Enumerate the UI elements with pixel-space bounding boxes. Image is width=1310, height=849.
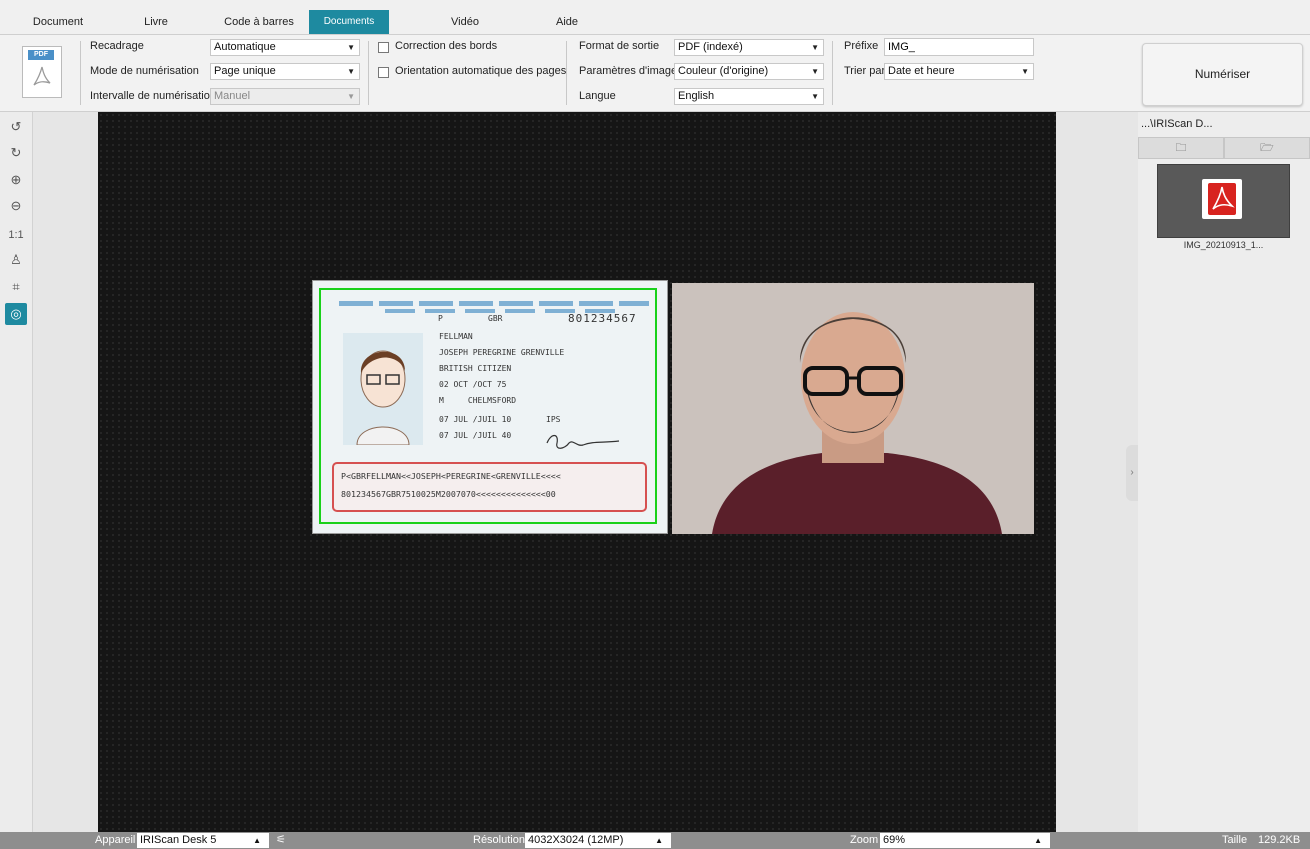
image-params-select[interactable]: Couleur (d'origine) ▼ xyxy=(674,63,824,80)
pdf-format-icon: PDF xyxy=(22,46,62,98)
image-params-value: Couleur (d'origine) xyxy=(678,65,769,77)
language-label: Langue xyxy=(579,90,616,102)
output-format-select[interactable]: PDF (indexé) ▼ xyxy=(674,39,824,56)
device-label: Appareil xyxy=(95,834,136,846)
size-label: Taille xyxy=(1222,834,1248,846)
stamp-icon[interactable]: ♙ xyxy=(5,249,27,271)
settings-ribbon: PDF Recadrage Automatique ▼ Mode de numér… xyxy=(0,35,1310,112)
chevron-down-icon: ▼ xyxy=(811,67,819,76)
panel-collapse-handle[interactable]: › xyxy=(1126,445,1138,501)
image-params-label: Paramètres d'image xyxy=(579,65,678,77)
crop-label: Recadrage xyxy=(90,40,144,52)
resolution-select[interactable]: 4032X3024 (12MP) ▲ xyxy=(525,833,671,848)
zoom-out-icon[interactable]: ⊖ xyxy=(5,195,27,217)
change-folder-button[interactable]: 🗁 xyxy=(1224,137,1310,159)
chevron-up-icon: ▲ xyxy=(655,836,663,845)
zoom-select[interactable]: 69% ▲ xyxy=(880,833,1050,848)
ribbon-divider xyxy=(566,41,567,105)
prefix-label: Préfixe xyxy=(844,40,879,52)
open-folder-button[interactable]: 🗀 xyxy=(1138,137,1224,159)
left-toolbar: ↺ ↻ ⊕ ⊖ 1:1 ♙ ⌗ ◎ xyxy=(0,112,33,832)
pdf-file-icon xyxy=(1202,179,1242,219)
scan-mode-value: Page unique xyxy=(214,65,276,77)
language-select[interactable]: English ▼ xyxy=(674,88,824,105)
chevron-down-icon: ▼ xyxy=(811,43,819,52)
output-folder-path: ...\IRIScan D... xyxy=(1141,118,1213,130)
ribbon-divider xyxy=(368,41,369,105)
size-value: 129.2KB xyxy=(1258,834,1301,846)
chevron-up-icon: ▲ xyxy=(1034,836,1042,845)
tab-barcode[interactable]: Code à barres xyxy=(214,10,304,34)
actual-size-icon[interactable]: 1:1 xyxy=(5,224,27,246)
auto-orientation-label: Orientation automatique des pages xyxy=(395,65,567,77)
scan-mode-label: Mode de numérisation xyxy=(90,65,199,77)
device-settings-icon[interactable]: ⚟ xyxy=(276,833,286,846)
acrobat-icon xyxy=(33,66,51,86)
status-bar: Appareil IRIScan Desk 5 ▲ ⚟ Résolution 4… xyxy=(0,832,1310,849)
chevron-down-icon: ▼ xyxy=(1021,67,1029,76)
zoom-value: 69% xyxy=(883,834,906,846)
folder-open-icon: 🗁 xyxy=(1260,142,1274,154)
mrz-line-1: P<GBRFELLMAN<<JOSEPH<PEREGRINE<GRENVILLE… xyxy=(341,471,561,481)
edge-correction-label: Correction des bords xyxy=(395,40,498,52)
chevron-down-icon: ▼ xyxy=(347,92,355,101)
chevron-down-icon: ▼ xyxy=(347,43,355,52)
tab-video[interactable]: Vidéo xyxy=(430,10,500,34)
webcam-icon[interactable]: ◎ xyxy=(5,303,27,325)
pdf-badge: PDF xyxy=(28,50,54,60)
sort-value: Date et heure xyxy=(888,65,955,77)
sort-select[interactable]: Date et heure ▼ xyxy=(884,63,1034,80)
mrz-zone: P<GBRFELLMAN<<JOSEPH<PEREGRINE<GRENVILLE… xyxy=(332,462,647,512)
auto-orientation-checkbox[interactable] xyxy=(378,67,389,78)
chevron-down-icon: ▼ xyxy=(347,67,355,76)
crop-select[interactable]: Automatique ▼ xyxy=(210,39,360,56)
tab-book[interactable]: Livre xyxy=(118,10,194,34)
chevron-up-icon: ▲ xyxy=(253,836,261,845)
ribbon-divider xyxy=(832,41,833,105)
file-thumbnail-label: IMG_20210913_1... xyxy=(1183,240,1264,250)
device-value: IRIScan Desk 5 xyxy=(140,834,217,846)
scan-mode-select[interactable]: Page unique ▼ xyxy=(210,63,360,80)
mrz-line-2: 801234567GBR7510025M2007070<<<<<<<<<<<<<… xyxy=(341,489,556,499)
chevron-down-icon: ▼ xyxy=(811,92,819,101)
interval-label: Intervalle de numérisation xyxy=(90,90,216,102)
output-format-value: PDF (indexé) xyxy=(678,41,743,53)
zoom-label: Zoom xyxy=(850,834,879,846)
face-photo xyxy=(672,283,1034,534)
prefix-input[interactable] xyxy=(884,38,1034,56)
sort-label: Trier par xyxy=(844,65,886,77)
chevron-right-icon: › xyxy=(1130,467,1134,478)
person-photo-icon xyxy=(672,283,1034,534)
resolution-label: Résolution xyxy=(473,834,525,846)
output-format-label: Format de sortie xyxy=(579,40,660,52)
folder-settings-icon: 🗀 xyxy=(1175,142,1187,154)
zoom-in-icon[interactable]: ⊕ xyxy=(5,169,27,191)
pdf-red-badge xyxy=(1208,183,1236,215)
scan-button[interactable]: Numériser xyxy=(1142,43,1303,106)
interval-select: Manuel ▼ xyxy=(210,88,360,105)
rotate-right-icon[interactable]: ↻ xyxy=(5,142,27,164)
tab-id-documents[interactable]: Documents d'identité xyxy=(309,10,389,51)
crop-frame-icon[interactable]: ⌗ xyxy=(5,276,27,298)
edge-correction-checkbox[interactable] xyxy=(378,42,389,53)
device-select[interactable]: IRIScan Desk 5 ▲ xyxy=(137,833,269,848)
language-value: English xyxy=(678,90,715,102)
tab-bar: Document Livre Code à barres Documents d… xyxy=(0,0,1310,51)
resolution-value: 4032X3024 (12MP) xyxy=(528,834,624,846)
crop-value: Automatique xyxy=(214,41,276,53)
ribbon-divider xyxy=(80,41,81,105)
tab-document[interactable]: Document xyxy=(20,10,96,34)
rotate-left-icon[interactable]: ↺ xyxy=(5,116,27,138)
tab-help[interactable]: Aide xyxy=(540,10,594,34)
file-thumbnail[interactable] xyxy=(1157,164,1290,238)
acrobat-icon xyxy=(1212,186,1235,210)
interval-value: Manuel xyxy=(214,90,251,102)
